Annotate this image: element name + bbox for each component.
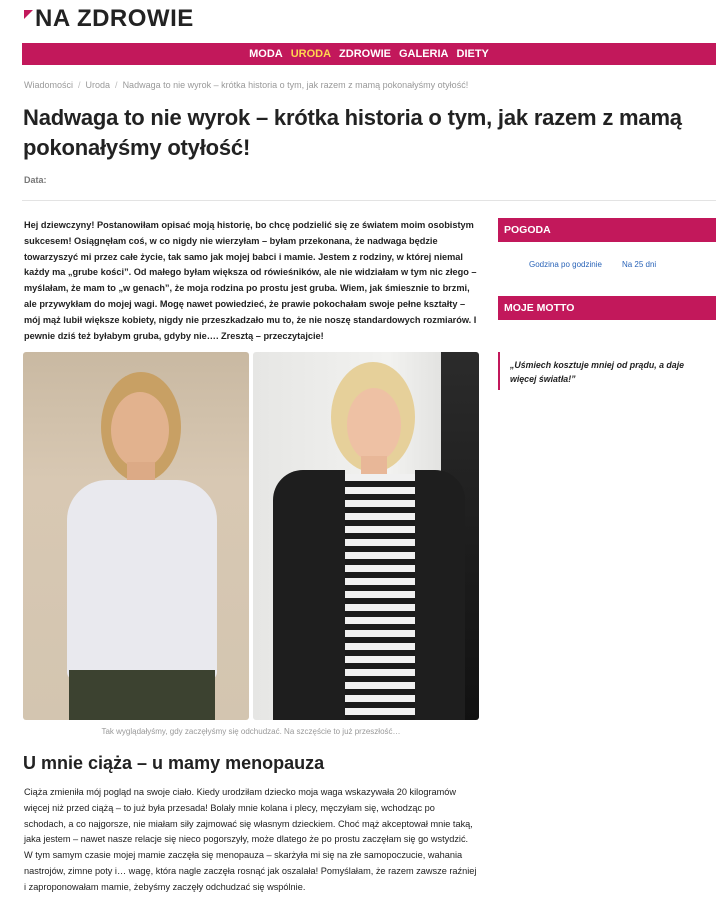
divider	[22, 200, 716, 201]
breadcrumb-separator: /	[115, 80, 118, 90]
photo-mother-jacket-left	[273, 470, 345, 720]
breadcrumb-separator: /	[78, 80, 81, 90]
weather-links: Godzina po godzinie Na 25 dni	[529, 260, 656, 269]
photo-before-shirt	[67, 480, 217, 680]
article-intro: Hej dziewczyny! Postanowiłam opisać moją…	[24, 220, 477, 341]
breadcrumb-link-uroda[interactable]: Uroda	[86, 80, 111, 90]
photo-caption: Tak wyglądałyśmy, gdy zaczęłyśmy się odc…	[101, 727, 401, 736]
page-title: Nadwaga to nie wyrok – krótka historia o…	[23, 105, 682, 160]
photo-before-face	[111, 392, 169, 468]
main-nav: MODA URODA ZDROWIE GALERIA DIETY	[22, 43, 716, 65]
motto-quote: „Uśmiech kosztuje mniej od prądu, a daje…	[498, 352, 716, 390]
weather-hourly-link[interactable]: Godzina po godzinie	[529, 260, 602, 269]
nav-item-moda[interactable]: MODA	[245, 48, 287, 60]
weather-25-days-link[interactable]: Na 25 dni	[622, 260, 656, 269]
article-body: Ciąża zmieniła mój pogląd na swoje ciało…	[24, 785, 479, 896]
logo-text: NA ZDROWIE	[35, 5, 194, 32]
photo-before	[23, 352, 249, 720]
nav-item-zdrowie[interactable]: ZDROWIE	[335, 48, 395, 60]
motto-widget-title: MOJE MOTTO	[498, 296, 716, 320]
breadcrumb: Wiadomości / Uroda / Nadwaga to nie wyro…	[24, 80, 468, 90]
article-paragraph: Ciąża zmieniła mój pogląd na swoje ciało…	[24, 787, 473, 845]
site-logo[interactable]: NA ZDROWIE	[24, 5, 194, 32]
article-photo	[23, 352, 479, 720]
photo-before-pants	[69, 670, 215, 720]
photo-mother-face	[347, 388, 401, 462]
nav-item-uroda[interactable]: URODA	[287, 48, 335, 60]
article-paragraph: W tym samym czasie mojej mamie zaczęła s…	[24, 850, 477, 892]
nav-item-diety[interactable]: DIETY	[453, 48, 493, 60]
photo-mother-jacket-right	[415, 470, 465, 720]
date-label: Data:	[24, 175, 47, 185]
logo-mark-icon	[24, 9, 33, 19]
weather-widget-title: POGODA	[498, 218, 716, 242]
section-heading: U mnie ciąża – u mamy menopauza	[23, 753, 325, 773]
breadcrumb-link-wiadomosci[interactable]: Wiadomości	[24, 80, 73, 90]
photo-mother	[253, 352, 479, 720]
breadcrumb-current: Nadwaga to nie wyrok – krótka historia o…	[122, 80, 469, 90]
nav-item-galeria[interactable]: GALERIA	[395, 48, 453, 60]
